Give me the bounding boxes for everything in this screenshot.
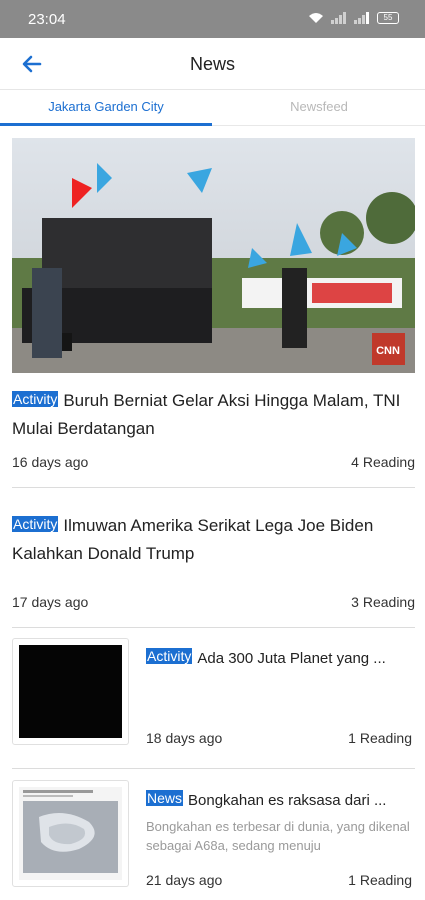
signal-icon <box>331 12 346 24</box>
article-thumbnail[interactable] <box>12 780 129 887</box>
article-meta: 18 days ago 1 Reading <box>146 730 412 746</box>
article-age: 16 days ago <box>12 454 89 470</box>
category-badge: Activity <box>146 648 193 664</box>
article-image: CNN <box>12 138 415 373</box>
article-title: Activity Ada 300 Juta Planet yang ... <box>146 648 412 669</box>
page-title: News <box>189 54 235 74</box>
ice-satellite-image <box>19 787 122 880</box>
news-card-hero[interactable]: CNN Activity Buruh Berniat Gelar Aksi Hin… <box>12 138 415 470</box>
category-badge: Activity <box>12 516 59 532</box>
article-meta: 17 days ago 3 Reading <box>12 594 415 610</box>
protest-photo: CNN <box>12 138 415 373</box>
category-badge: News <box>146 790 184 806</box>
tab-bar: Jakarta Garden City Newsfeed <box>0 91 425 126</box>
article-excerpt: Bongkahan es terbesar di dunia, yang dik… <box>146 819 410 853</box>
cnn-watermark: CNN <box>376 345 400 357</box>
article-reading-count: 4 Reading <box>351 454 415 470</box>
battery-icon: 55 <box>377 12 399 24</box>
signal-icon-2 <box>354 12 369 24</box>
article-title-text: Ilmuwan Amerika Serikat Lega Joe Biden K… <box>12 516 374 563</box>
category-badge: Activity <box>12 391 59 407</box>
article-meta: 16 days ago 4 Reading <box>12 454 415 470</box>
news-card-text[interactable]: Activity Ilmuwan Amerika Serikat Lega Joe… <box>12 512 415 610</box>
news-card-side[interactable]: News Bongkahan es raksasa dari ... Bongka… <box>146 790 412 890</box>
divider <box>12 487 415 488</box>
status-bar: 23:04 55 <box>0 0 425 38</box>
article-title-text: Buruh Berniat Gelar Aksi Hingga Malam, T… <box>12 391 401 438</box>
article-title-text: Ada 300 Juta Planet yang ... <box>197 650 386 667</box>
tab-newsfeed[interactable]: Newsfeed <box>213 91 425 126</box>
article-title-text: Bongkahan es raksasa dari ... <box>188 792 387 809</box>
article-title: Activity Ilmuwan Amerika Serikat Lega Joe… <box>12 512 415 568</box>
news-card-side[interactable]: Activity Ada 300 Juta Planet yang ... 18 … <box>146 648 412 758</box>
divider <box>12 768 415 769</box>
article-reading-count: 1 Reading <box>348 872 412 888</box>
wifi-icon <box>309 13 323 23</box>
article-reading-count: 3 Reading <box>351 594 415 610</box>
crescent-moon-image <box>19 645 122 738</box>
article-title: Activity Buruh Berniat Gelar Aksi Hingga … <box>12 387 415 443</box>
article-title: News Bongkahan es raksasa dari ... <box>146 790 412 811</box>
article-meta: 21 days ago 1 Reading <box>146 872 412 888</box>
article-thumbnail[interactable] <box>12 638 129 745</box>
divider <box>12 627 415 628</box>
status-icons: 55 <box>308 12 399 24</box>
article-reading-count: 1 Reading <box>348 730 412 746</box>
article-age: 17 days ago <box>12 594 89 610</box>
article-age: 18 days ago <box>146 730 223 746</box>
article-age: 21 days ago <box>146 872 223 888</box>
status-time: 23:04 <box>28 11 66 28</box>
tab-jakarta-garden-city[interactable]: Jakarta Garden City <box>0 91 212 126</box>
app-bar: News <box>0 38 425 90</box>
